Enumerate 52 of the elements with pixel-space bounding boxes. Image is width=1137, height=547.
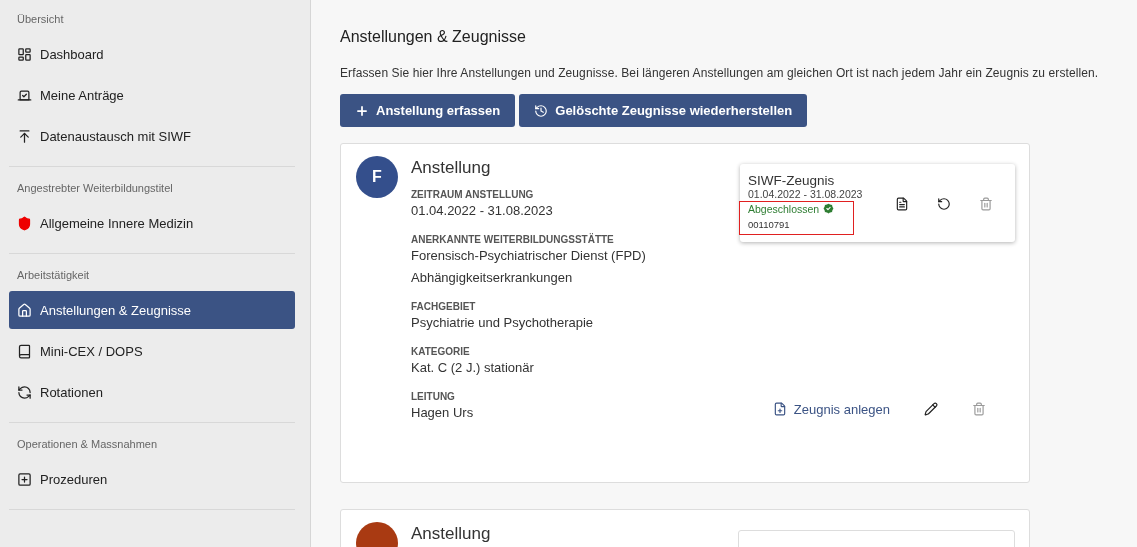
field-value: Forensisch-Psychiatrischer Dienst (FPD) xyxy=(411,247,646,265)
card-title: Anstellung xyxy=(411,158,492,177)
nav-icon xyxy=(17,384,32,400)
section-title: Arbeitstätigkeit xyxy=(16,268,91,283)
shield-icon xyxy=(17,215,32,231)
badge-check-icon xyxy=(822,202,836,215)
section-title: Übersicht xyxy=(16,12,65,27)
field-value: Abhängigkeitserkrankungen xyxy=(411,269,574,287)
undo-icon xyxy=(937,197,951,211)
trash-icon xyxy=(972,402,986,416)
field-label: ANERKANNTE WEITERBILDUNGSSTÄTTE xyxy=(411,234,615,245)
page-description: Erfassen Sie hier Ihre Anstellungen und Zeugnisse. Bei längeren Anstellungen am gleichen Ort ist nach jedem Jahr ein Zeugnis zu erstellen. xyxy=(340,66,1100,80)
nav-item[interactable]: Datenaustausch mit SIWF xyxy=(9,117,295,155)
nav-item[interactable]: Mini-CEX / DOPS xyxy=(9,332,295,370)
plus-icon xyxy=(355,103,369,118)
certificate-title: SIWF-Zeugnis xyxy=(748,173,836,188)
pencil-icon xyxy=(924,402,938,416)
nav-item[interactable]: Dashboard xyxy=(9,35,295,73)
certificate-period: 01.04.2022 - 31.08.2023 xyxy=(748,188,864,200)
field-value: Psychiatrie und Psychotherapie xyxy=(411,314,595,332)
restore-button[interactable]: Gelöschte Zeugnisse wiederherstellen xyxy=(519,94,808,127)
section-title: Angestrebter Weiterbildungstitel xyxy=(16,181,174,196)
field-value: 01.04.2022 - 31.08.2023 xyxy=(411,202,554,220)
document-icon xyxy=(895,197,909,211)
add-button[interactable]: Anstellung erfassen xyxy=(340,94,516,127)
nav-icon xyxy=(17,128,32,144)
nav-item[interactable]: Rotationen xyxy=(9,373,295,411)
nav-item[interactable]: Allgemeine Innere Medizin xyxy=(9,204,295,242)
field-value: Kat. C (2 J.) stationär xyxy=(411,359,535,377)
avatar: F xyxy=(356,156,398,198)
field-label: KATEGORIE xyxy=(411,346,471,357)
nav-icon xyxy=(17,471,32,487)
field-value: Hagen Urs xyxy=(411,404,475,422)
field-label: ZEITRAUM ANSTELLUNG xyxy=(411,189,535,200)
nav-icon xyxy=(17,302,32,318)
section-title: Operationen & Massnahmen xyxy=(16,437,159,452)
nav-item[interactable]: Meine Anträge xyxy=(9,76,295,114)
trash-icon xyxy=(979,197,993,211)
add-certificate-link[interactable]: Zeugnis anlegen xyxy=(772,401,890,417)
file-plus-icon xyxy=(772,402,787,416)
card-title: Anstellung xyxy=(411,524,491,543)
nav-item[interactable]: Anstellungen & Zeugnisse xyxy=(9,291,295,329)
nav-icon xyxy=(17,343,32,359)
field-label: LEITUNG xyxy=(411,391,456,402)
status-text: Abgeschlossen xyxy=(748,202,820,215)
field-label: FACHGEBIET xyxy=(411,301,477,312)
nav-icon xyxy=(17,87,32,103)
certificate-number: 00110791 xyxy=(748,219,791,230)
restore-icon xyxy=(534,103,549,118)
nav-icon xyxy=(17,46,32,62)
page-title: Anstellungen & Zeugnisse xyxy=(340,28,527,46)
nav-item[interactable]: Prozeduren xyxy=(9,460,295,498)
